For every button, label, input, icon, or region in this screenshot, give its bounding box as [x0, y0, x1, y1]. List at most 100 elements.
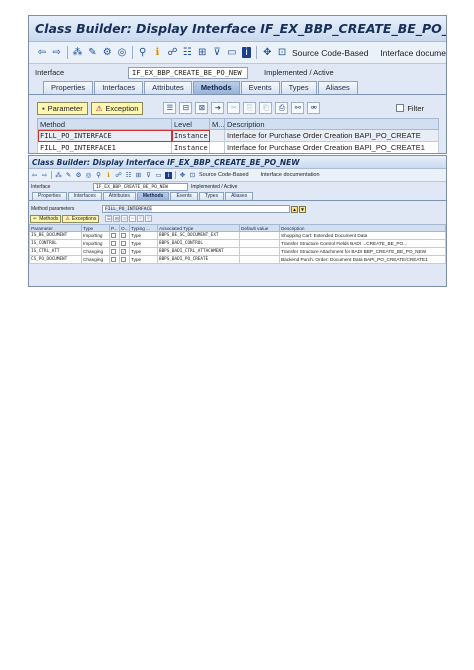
parameter-type-cell[interactable]: Importing [81, 231, 110, 240]
object-list-icon[interactable]: ☷ [125, 171, 132, 179]
parameter-type-cell[interactable]: Importing [81, 239, 110, 248]
previous-method-icon[interactable]: ▲ [291, 205, 298, 213]
description-cell[interactable]: Transfer Structure Attachment for BADI B… [279, 247, 446, 256]
description-cell[interactable]: Shopping Cart: Extended Document Data [279, 231, 446, 240]
column-header-type[interactable]: Type [81, 224, 110, 232]
method-name-cell[interactable]: FILL_PO_INTERFACE1 [37, 141, 172, 153]
forward-icon[interactable]: ⇨ [52, 47, 62, 58]
description-cell[interactable]: Transfer Structure Control Fields BADI .… [279, 239, 446, 248]
tab-events[interactable]: Events [240, 81, 280, 94]
parameter-cell[interactable]: IS_CTRL_ATT [29, 247, 82, 256]
pass-by-value-checkbox[interactable] [111, 257, 116, 263]
other-object-icon[interactable]: ⁂ [55, 171, 62, 179]
go-to-icon[interactable]: ➜ [211, 102, 225, 114]
parameter-cell[interactable]: IS_CONTROL [29, 239, 82, 248]
display-change-icon[interactable]: ✎ [65, 171, 72, 179]
table-row[interactable]: IS_CONTROL Importing Type BBPS_BADI_CONT… [29, 239, 446, 248]
tab-types[interactable]: Types [198, 192, 225, 200]
interface-field[interactable]: IF_EX_BBP_CREATE_BE_PO_NEW [128, 66, 248, 79]
tab-events[interactable]: Events [170, 192, 198, 200]
hierarchy-icon[interactable]: ☍ [167, 47, 177, 58]
parameter-type-cell[interactable]: Changing [81, 247, 110, 256]
column-header-m[interactable]: M... [209, 118, 225, 130]
window-icon[interactable]: ▭ [227, 47, 237, 58]
typing-cell[interactable]: Type [129, 247, 158, 256]
other-object-icon[interactable]: ⁂ [72, 47, 82, 58]
info-icon[interactable]: ℹ [105, 171, 112, 179]
help-icon[interactable]: i [241, 47, 252, 58]
column-header-description[interactable]: Description [224, 118, 439, 130]
activate-icon[interactable]: ⚙ [102, 47, 112, 58]
column-header-associated-type[interactable]: Associated Type [157, 224, 240, 232]
method-level-cell[interactable]: Instance [171, 129, 210, 142]
check-icon[interactable]: ◎ [117, 47, 127, 58]
methods-button[interactable]: ⇐ Methods [30, 214, 62, 223]
tab-interfaces[interactable]: Interfaces [67, 192, 102, 200]
table-row[interactable]: FILL_PO_INTERFACE1 Instance Interface fo… [37, 141, 439, 153]
filter-checkbox[interactable] [396, 104, 405, 112]
optional-checkbox[interactable] [121, 233, 126, 239]
where-used-icon[interactable]: ⚲ [138, 47, 148, 58]
method-name-cell[interactable]: FILL_PO_INTERFACE [37, 129, 172, 142]
source-code-based-button[interactable]: Source Code-Based [292, 48, 369, 58]
method-level-cell[interactable]: Instance [171, 141, 210, 153]
insert-row-icon[interactable]: ⊟ [113, 215, 121, 222]
find-icon[interactable]: ⚯ [291, 102, 305, 114]
back-icon[interactable]: ⇦ [31, 171, 38, 179]
activate-icon[interactable]: ⚙ [75, 171, 82, 179]
tab-interfaces[interactable]: Interfaces [94, 81, 144, 94]
insert-row-icon[interactable]: ⊟ [179, 102, 193, 114]
settings-icon[interactable]: ✥ [262, 47, 272, 58]
hierarchy-icon[interactable]: ☍ [115, 171, 122, 179]
method-m-cell[interactable] [209, 129, 225, 142]
column-header-pass-by-value[interactable]: P... [109, 224, 120, 232]
method-parameters-field[interactable]: FILL_PO_INTERFACE [102, 205, 290, 213]
next-method-icon[interactable]: ▼ [299, 205, 306, 213]
default-value-cell[interactable] [239, 239, 280, 248]
default-value-cell[interactable] [239, 247, 280, 256]
column-header-typing[interactable]: Typing ... [129, 224, 158, 232]
table-row[interactable]: FILL_PO_INTERFACE Instance Interface for… [37, 129, 439, 142]
associated-type-cell[interactable]: BBPS_BADI_CTRL_ATTACHMENT [157, 247, 240, 256]
parameter-button[interactable]: ▪ Parameter [37, 101, 88, 115]
optional-checkbox[interactable] [121, 257, 126, 263]
display-object-list-icon[interactable]: ⊞ [197, 47, 207, 58]
display-change-icon[interactable]: ✎ [87, 47, 97, 58]
help-icon[interactable]: i [165, 171, 172, 179]
method-description-cell[interactable]: Interface for Purchase Order Creation BA… [224, 129, 439, 142]
where-used-icon[interactable]: ⚲ [95, 171, 102, 179]
column-header-method[interactable]: Method [37, 118, 172, 130]
tab-methods[interactable]: Methods [136, 192, 170, 200]
pass-by-value-checkbox[interactable] [111, 233, 116, 239]
column-header-description[interactable]: Description [279, 224, 446, 232]
associated-type-cell[interactable]: BBPS_BE_SC_DOCUMENT_EXT [157, 231, 240, 240]
pass-by-value-checkbox[interactable] [111, 249, 116, 255]
default-value-cell[interactable] [239, 255, 280, 264]
delete-row-icon[interactable]: ⊠ [195, 102, 209, 114]
pass-by-value-checkbox[interactable] [111, 241, 116, 247]
parameter-cell[interactable]: IS_BE_DOCUMENT [29, 231, 82, 240]
column-header-parameter[interactable]: Parameter [29, 224, 82, 232]
interface-documentation-button[interactable]: Interface docume [380, 48, 446, 58]
typing-cell[interactable]: Type [129, 239, 158, 248]
filter-icon[interactable]: ⊽ [145, 171, 152, 179]
forward-icon[interactable]: ⇨ [41, 171, 48, 179]
filter-icon[interactable]: ⊽ [212, 47, 222, 58]
method-description-cell[interactable]: Interface for Purchase Order Creation BA… [224, 141, 439, 153]
typing-cell[interactable]: Type [129, 255, 158, 264]
back-icon[interactable]: ⇦ [37, 47, 47, 58]
tab-attributes[interactable]: Attributes [102, 192, 136, 200]
settings-icon[interactable]: ✥ [179, 171, 186, 179]
table-row[interactable]: IS_BE_DOCUMENT Importing Type BBPS_BE_SC… [29, 231, 446, 240]
tab-properties[interactable]: Properties [32, 192, 67, 200]
table-row[interactable]: IS_CTRL_ATT Changing ✓ Type BBPS_BADI_CT… [29, 247, 446, 256]
method-m-cell[interactable] [209, 141, 225, 153]
description-cell[interactable]: Backend Purch. Order: Document Data BAPI… [279, 255, 446, 264]
parameter-cell[interactable]: CS_PO_DOCUMENT [29, 255, 82, 264]
print-icon[interactable]: ⎙ [275, 102, 289, 114]
tab-types[interactable]: Types [280, 81, 317, 94]
object-list-icon[interactable]: ☷ [183, 47, 193, 58]
associated-type-cell[interactable]: BBPS_BADI_PO_CREATE [157, 255, 240, 264]
column-header-level[interactable]: Level [171, 118, 210, 130]
detail-view-icon[interactable]: ☰ [105, 215, 113, 222]
